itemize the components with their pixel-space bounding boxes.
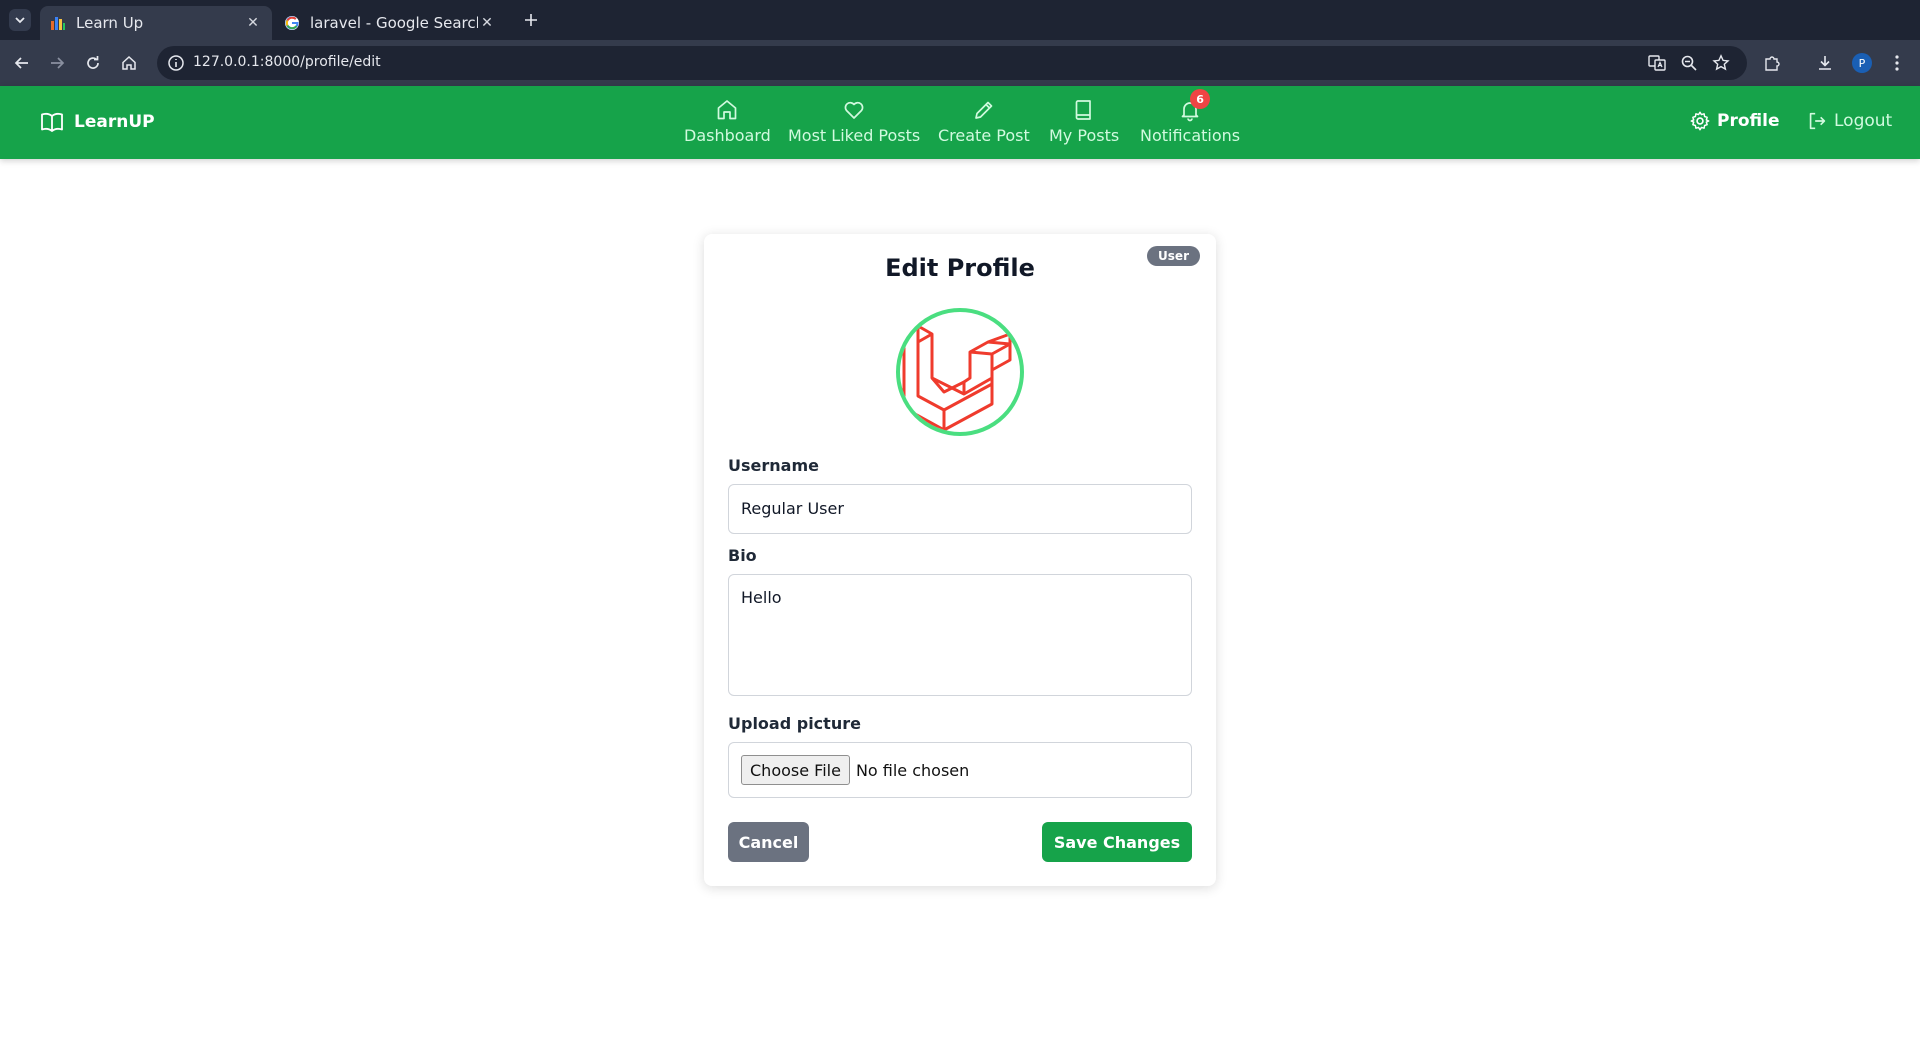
download-icon — [1819, 56, 1831, 70]
arrow-right-icon — [51, 57, 65, 69]
nav-label: Dashboard — [684, 126, 771, 145]
browser-tab-learnup[interactable]: Learn Up ✕ — [40, 6, 272, 40]
close-tab-icon[interactable]: ✕ — [478, 14, 496, 32]
arrow-left-icon — [14, 57, 28, 69]
browser-tab-google[interactable]: laravel - Google Search ✕ — [274, 6, 506, 40]
translate-icon — [1648, 55, 1666, 71]
nav-notifications[interactable]: 6 Notifications — [1140, 89, 1241, 145]
star-icon — [1712, 54, 1730, 71]
reload-button[interactable] — [81, 51, 105, 75]
username-input[interactable]: Regular User — [728, 484, 1192, 534]
page-title: Edit Profile — [885, 254, 1035, 282]
username-label: Username — [728, 456, 819, 475]
home-icon — [122, 55, 136, 70]
google-favicon-icon — [285, 16, 299, 30]
chevron-down-icon — [15, 17, 25, 24]
home-button[interactable] — [117, 51, 141, 75]
more-vertical-icon — [1895, 55, 1899, 71]
brand-name: LearnUP — [74, 112, 155, 132]
gear-icon — [1690, 111, 1710, 131]
upload-picture-label: Upload picture — [728, 714, 861, 733]
new-tab-button[interactable] — [520, 9, 542, 31]
book-icon — [1075, 100, 1091, 120]
logout-link-label: Logout — [1834, 111, 1893, 131]
nav-my-posts[interactable]: My Posts — [1049, 98, 1119, 145]
save-changes-button[interactable]: Save Changes — [1042, 822, 1192, 862]
bell-icon-wrap: 6 — [1178, 89, 1211, 122]
pencil-icon — [975, 101, 993, 119]
url-text[interactable]: 127.0.0.1:8000/profile/edit — [193, 54, 381, 70]
nav-label: My Posts — [1049, 126, 1120, 145]
app-navbar: LearnUP Dashboard Most Liked Posts Creat… — [0, 86, 1920, 159]
file-upload-field: Choose File No file chosen — [728, 742, 1192, 798]
tab-title: Learn Up — [76, 14, 144, 32]
nav-label: Create Post — [938, 126, 1030, 145]
choose-file-button[interactable]: Choose File — [741, 755, 850, 785]
notification-count-badge: 6 — [1190, 89, 1211, 109]
tab-title: laravel - Google Search — [310, 14, 478, 32]
zoom-button[interactable] — [1679, 53, 1699, 73]
profile-link-label: Profile — [1717, 111, 1780, 131]
avatar — [896, 308, 1024, 436]
tab-search-button[interactable] — [9, 9, 31, 31]
nav-label: Most Liked Posts — [788, 126, 921, 145]
site-info-icon[interactable] — [167, 54, 185, 72]
bio-label: Bio — [728, 546, 757, 565]
translate-button[interactable] — [1647, 53, 1667, 73]
plus-icon — [525, 14, 537, 26]
browser-menu-button[interactable] — [1886, 52, 1908, 74]
open-book-icon — [41, 112, 63, 132]
browser-toolbar: 127.0.0.1:8000/profile/edit P — [0, 40, 1920, 86]
extensions-button[interactable] — [1761, 52, 1783, 74]
back-button[interactable] — [10, 51, 34, 75]
nav-most-liked-posts[interactable]: Most Liked Posts — [788, 98, 920, 145]
reload-icon — [87, 56, 99, 69]
nav-label: Notifications — [1140, 126, 1241, 145]
bio-textarea[interactable]: Hello — [728, 574, 1192, 696]
browser-tab-bar: Learn Up ✕ laravel - Google Search ✕ — [0, 0, 1920, 40]
logout-icon — [1809, 112, 1826, 130]
puzzle-icon — [1765, 56, 1780, 71]
nav-dashboard[interactable]: Dashboard — [684, 98, 771, 145]
address-bar[interactable]: 127.0.0.1:8000/profile/edit — [157, 46, 1747, 80]
learnup-favicon-icon — [51, 17, 65, 30]
close-tab-icon[interactable]: ✕ — [244, 14, 262, 32]
heart-icon — [844, 101, 864, 119]
nav-create-post[interactable]: Create Post — [938, 98, 1030, 145]
file-status-text: No file chosen — [855, 760, 970, 780]
browser-profile-avatar[interactable]: P — [1852, 53, 1872, 73]
zoom-out-icon — [1681, 55, 1697, 71]
edit-profile-card: User Edit Profile Username Regular User … — [704, 234, 1216, 886]
logout-link[interactable]: Logout — [1806, 110, 1892, 132]
bookmark-button[interactable] — [1711, 53, 1731, 73]
downloads-button[interactable] — [1814, 52, 1836, 74]
cancel-button[interactable]: Cancel — [728, 822, 809, 862]
profile-link[interactable]: Profile — [1689, 110, 1779, 132]
forward-button[interactable] — [45, 51, 69, 75]
brand-link[interactable]: LearnUP — [40, 111, 155, 133]
laravel-logo-icon — [902, 324, 1012, 432]
home-icon — [718, 100, 737, 120]
